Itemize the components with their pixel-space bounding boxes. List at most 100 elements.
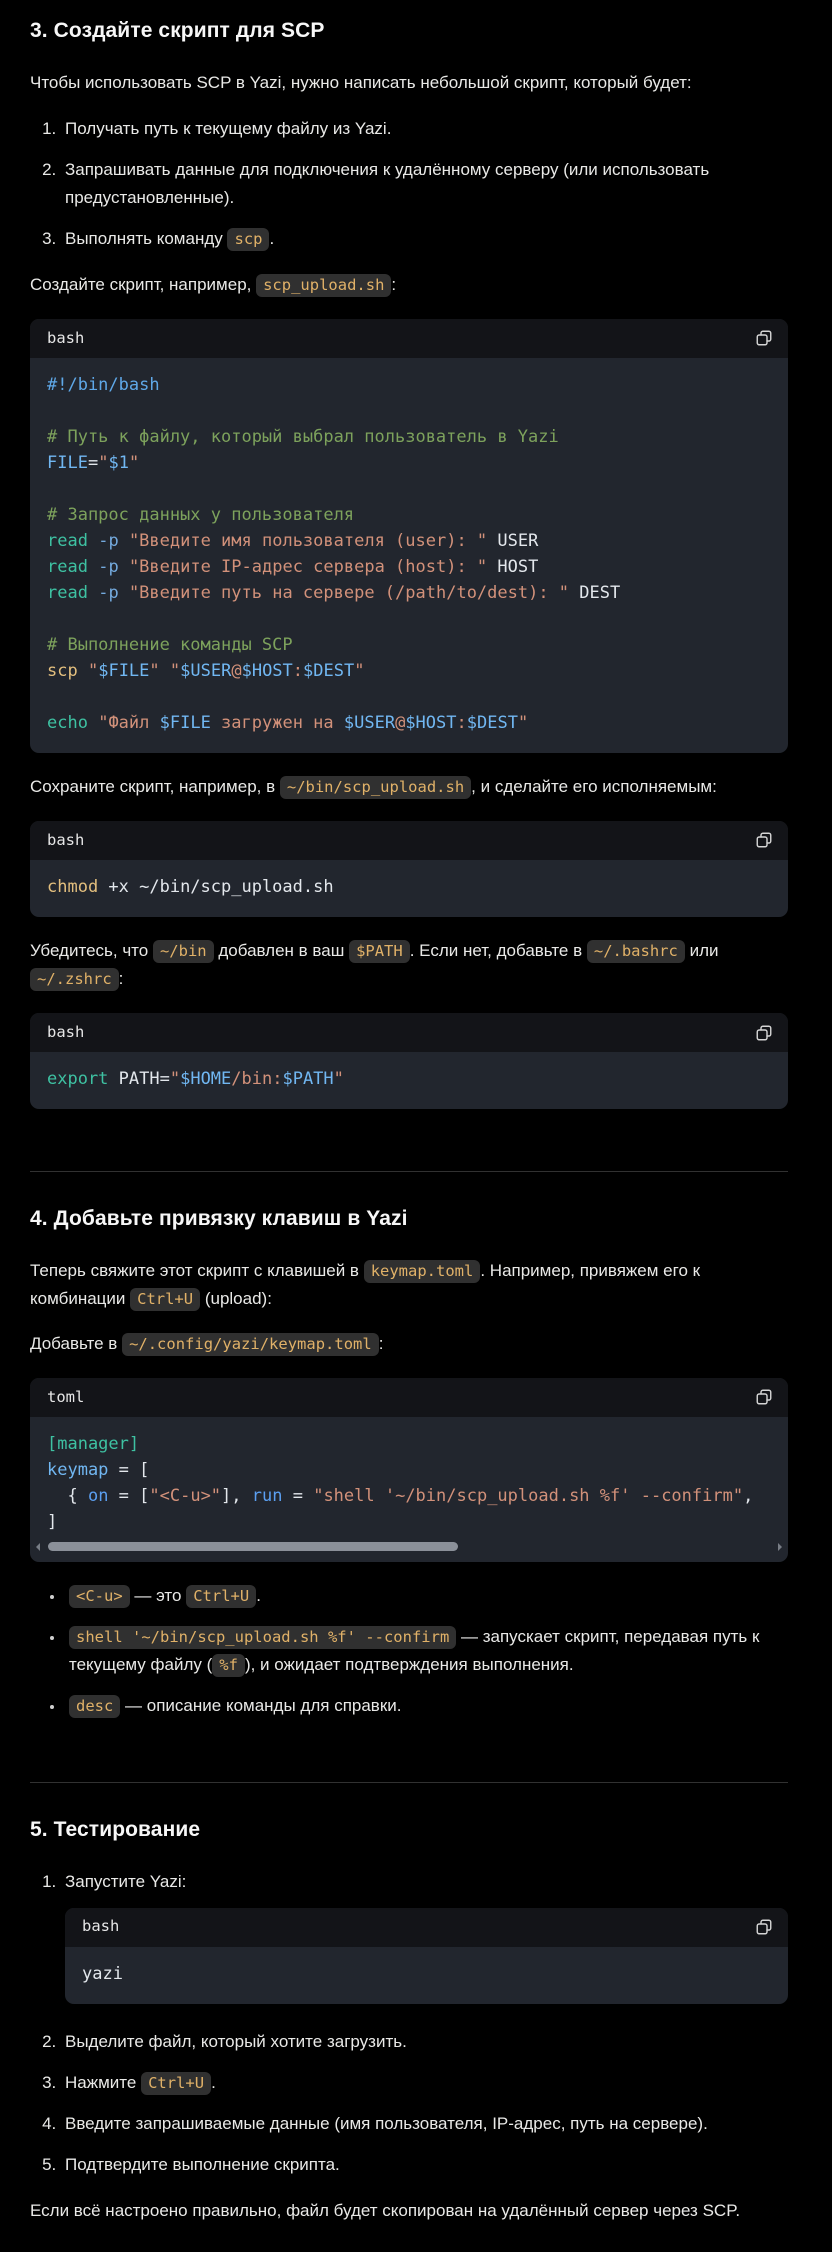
inline-code: <C-u> bbox=[69, 1585, 130, 1608]
inline-code: shell '~/bin/scp_upload.sh %f' --confirm bbox=[69, 1626, 456, 1649]
text-run: Если всё настроено правильно, файл будет… bbox=[30, 2201, 740, 2220]
code-block-header: bash bbox=[30, 319, 788, 358]
code-token: chmod bbox=[47, 877, 98, 897]
code-line: echo "Файл $FILE загружен на $USER@$HOST… bbox=[47, 710, 771, 736]
code-token: " bbox=[354, 661, 364, 681]
code-line: chmod +x ~/bin/scp_upload.sh bbox=[47, 874, 771, 900]
inline-code: Ctrl+U bbox=[141, 2072, 211, 2095]
code-line bbox=[47, 606, 771, 632]
numbered-list: Получать путь к текущему файлу из Yazi. З… bbox=[30, 115, 788, 253]
paragraph: Чтобы использовать SCP в Yazi, нужно нап… bbox=[30, 69, 788, 97]
list-item-text: Запустите Yazi: bbox=[65, 1872, 186, 1891]
text-run: Добавьте в bbox=[30, 1334, 122, 1353]
code-token: " bbox=[334, 1069, 344, 1089]
code-token: "Введите IP-адрес сервера (host): " bbox=[129, 557, 487, 577]
text-run: Выделите файл, который хотите загрузить. bbox=[65, 2032, 407, 2051]
code-token bbox=[88, 531, 98, 551]
code-language-label: bash bbox=[82, 1914, 119, 1940]
code-content: export PATH="$HOME/bin:$PATH" bbox=[30, 1052, 788, 1109]
chat-message: 3. Создайте скрипт для SCPЧтобы использо… bbox=[0, 0, 832, 2252]
list-item: Введите запрашиваемые данные (имя пользо… bbox=[61, 2110, 788, 2138]
inline-code: Ctrl+U bbox=[186, 1585, 256, 1608]
list-item-text: Выделите файл, который хотите загрузить. bbox=[65, 2032, 407, 2051]
code-token: $HOME bbox=[180, 1069, 231, 1089]
list-item-text: Запрашивать данные для подключения к уда… bbox=[65, 160, 709, 207]
list-item: Получать путь к текущему файлу из Yazi. bbox=[61, 115, 788, 143]
code-content: chmod +x ~/bin/scp_upload.sh bbox=[30, 860, 788, 917]
inline-code: ~/bin/scp_upload.sh bbox=[280, 776, 471, 799]
list-item: Выполнять команду scp. bbox=[61, 225, 788, 253]
copy-icon bbox=[755, 329, 773, 347]
copy-code-button[interactable] bbox=[753, 1022, 775, 1044]
inline-code: $PATH bbox=[349, 940, 410, 963]
text-run: : bbox=[119, 969, 124, 988]
text-run: Запрашивать данные для подключения к уда… bbox=[65, 160, 709, 207]
code-token: " bbox=[170, 1069, 180, 1089]
text-run: Сохраните скрипт, например, в bbox=[30, 777, 280, 796]
copy-code-button[interactable] bbox=[753, 327, 775, 349]
text-run: Получать путь к текущему файлу из Yazi. bbox=[65, 119, 391, 138]
code-token: : bbox=[457, 713, 467, 733]
code-token: -p bbox=[98, 531, 118, 551]
divider bbox=[30, 1782, 788, 1783]
paragraph: Теперь свяжите этот скрипт с клавишей в … bbox=[30, 1257, 788, 1313]
code-token: $USER bbox=[180, 661, 231, 681]
code-token: , bbox=[743, 1486, 753, 1506]
code-token bbox=[119, 531, 129, 551]
copy-code-button[interactable] bbox=[753, 1916, 775, 1938]
divider bbox=[30, 1171, 788, 1172]
code-token: " bbox=[170, 661, 180, 681]
code-line: # Запрос данных у пользователя bbox=[47, 502, 771, 528]
code-token: +x ~/bin/scp_upload.sh bbox=[98, 877, 333, 897]
paragraph: Сохраните скрипт, например, в ~/bin/scp_… bbox=[30, 773, 788, 801]
code-token: @ bbox=[231, 661, 241, 681]
code-token: $PATH bbox=[282, 1069, 333, 1089]
text-run: Выполнять команду bbox=[65, 229, 227, 248]
inline-code: scp bbox=[227, 228, 269, 251]
list-item-text: shell '~/bin/scp_upload.sh %f' --confirm… bbox=[69, 1627, 759, 1674]
code-line: read -p "Введите путь на сервере (/path/… bbox=[47, 580, 771, 606]
code-line: yazi bbox=[82, 1961, 771, 1987]
numbered-list: Запустите Yazi: bash yazi Выделите файл, ко… bbox=[30, 1868, 788, 2179]
text-run: . bbox=[256, 1586, 261, 1605]
scrollbar-thumb[interactable] bbox=[48, 1542, 458, 1551]
code-token: FILE bbox=[47, 453, 88, 473]
code-line bbox=[47, 398, 771, 424]
section-heading: 4. Добавьте привязку клавиш в Yazi bbox=[30, 1202, 788, 1237]
text-run: — это bbox=[130, 1586, 187, 1605]
text-run: Убедитесь, что bbox=[30, 941, 153, 960]
code-token: scp bbox=[47, 661, 78, 681]
inline-code: scp_upload.sh bbox=[256, 274, 391, 297]
code-token bbox=[78, 661, 88, 681]
horizontal-scrollbar[interactable] bbox=[36, 1541, 782, 1554]
list-item: Выделите файл, который хотите загрузить. bbox=[61, 2028, 788, 2056]
copy-code-button[interactable] bbox=[753, 1386, 775, 1408]
code-token: read bbox=[47, 531, 88, 551]
code-token: : bbox=[293, 661, 303, 681]
list-item-text: desc — описание команды для справки. bbox=[69, 1696, 402, 1715]
code-token: = [ bbox=[108, 1460, 149, 1480]
text-run: добавлен в ваш bbox=[214, 941, 349, 960]
code-line: { on = ["<C-u>"], run = "shell '~/bin/sc… bbox=[47, 1483, 771, 1509]
code-line: # Путь к файлу, который выбрал пользоват… bbox=[47, 424, 771, 450]
copy-code-button[interactable] bbox=[753, 829, 775, 851]
code-token: -p bbox=[98, 557, 118, 577]
list-item: <C-u> — это Ctrl+U. bbox=[65, 1582, 788, 1610]
code-language-label: bash bbox=[47, 828, 84, 854]
code-token: = bbox=[88, 453, 98, 473]
code-token: "Введите имя пользователя (user): " bbox=[129, 531, 487, 551]
code-token: on bbox=[88, 1486, 108, 1506]
section-heading: 5. Тестирование bbox=[30, 1813, 788, 1848]
list-item: Запустите Yazi: bash yazi bbox=[61, 1868, 788, 2004]
text-run: Введите запрашиваемые данные (имя пользо… bbox=[65, 2114, 708, 2133]
code-token: загружен на bbox=[211, 713, 344, 733]
code-line: [manager] bbox=[47, 1431, 771, 1457]
code-token: HOST bbox=[487, 557, 538, 577]
text-run: . bbox=[211, 2073, 216, 2092]
code-token: USER bbox=[487, 531, 538, 551]
code-token: $FILE bbox=[160, 713, 211, 733]
code-token bbox=[88, 557, 98, 577]
code-line bbox=[47, 476, 771, 502]
list-item: Запрашивать данные для подключения к уда… bbox=[61, 156, 788, 212]
code-block-header: bash bbox=[30, 1013, 788, 1052]
